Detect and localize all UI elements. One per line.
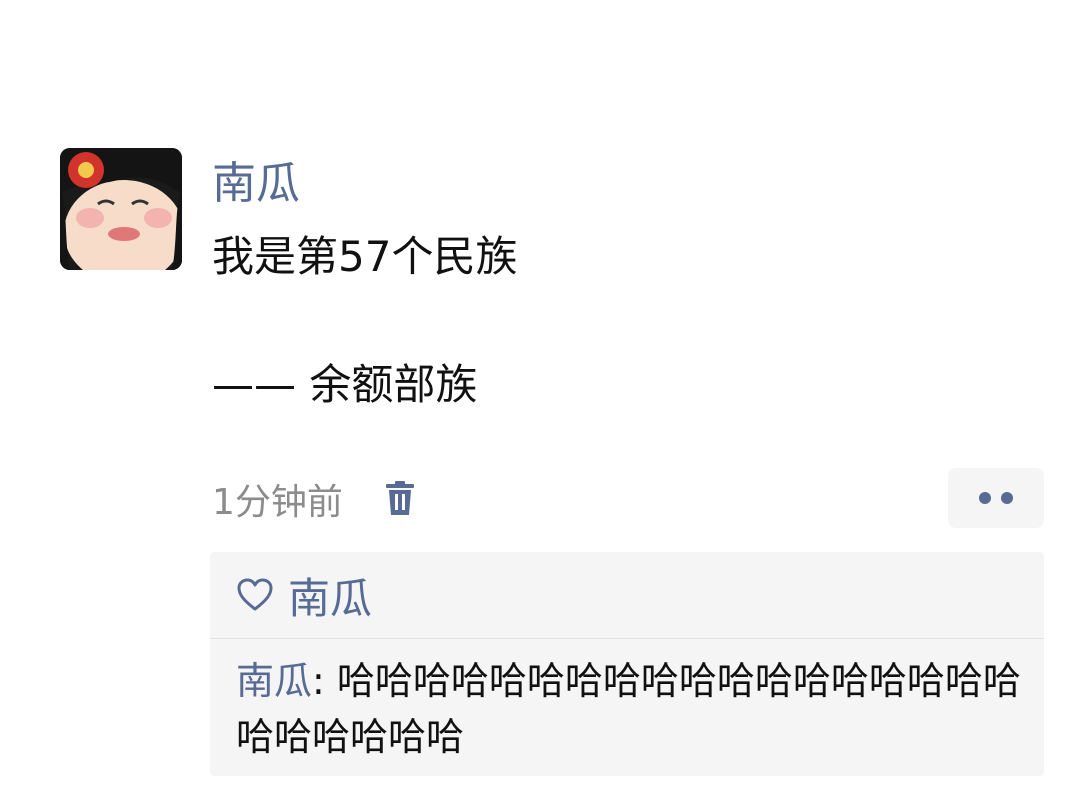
comment-item[interactable]: 南瓜: 哈哈哈哈哈哈哈哈哈哈哈哈哈哈哈哈哈哈哈哈哈哈哈哈: [210, 639, 1044, 765]
moments-post: 南瓜 我是第57个民族 —— 余额部族 1分钟前 南瓜 南瓜: 哈哈哈哈哈哈哈哈…: [0, 0, 1080, 785]
post-meta: 1分钟前: [212, 474, 417, 524]
post-content-line: —— 余额部族: [212, 360, 478, 409]
heart-icon: [236, 576, 274, 614]
more-actions-button[interactable]: [948, 468, 1044, 528]
avatar[interactable]: [60, 148, 182, 270]
comment-separator: :: [312, 659, 337, 703]
more-dots-icon: [979, 492, 991, 504]
more-dots-icon: [1001, 492, 1013, 504]
post-content: 我是第57个民族 —— 余额部族: [212, 226, 517, 416]
avatar-image: [60, 148, 182, 270]
likes-row: 南瓜: [210, 552, 1044, 639]
comment-text: 哈哈哈哈哈哈哈哈哈哈哈哈哈哈哈哈哈哈哈哈哈哈哈哈: [236, 659, 1021, 759]
interaction-panel: 南瓜 南瓜: 哈哈哈哈哈哈哈哈哈哈哈哈哈哈哈哈哈哈哈哈哈哈哈哈: [210, 552, 1044, 776]
trash-icon: [385, 481, 414, 515]
post-time: 1分钟前: [212, 482, 343, 523]
liker-name[interactable]: 南瓜: [288, 565, 372, 626]
delete-button[interactable]: [383, 479, 417, 519]
post-author[interactable]: 南瓜: [212, 156, 300, 212]
comment-author[interactable]: 南瓜: [236, 659, 312, 703]
post-content-line: 我是第57个民族: [212, 232, 518, 281]
